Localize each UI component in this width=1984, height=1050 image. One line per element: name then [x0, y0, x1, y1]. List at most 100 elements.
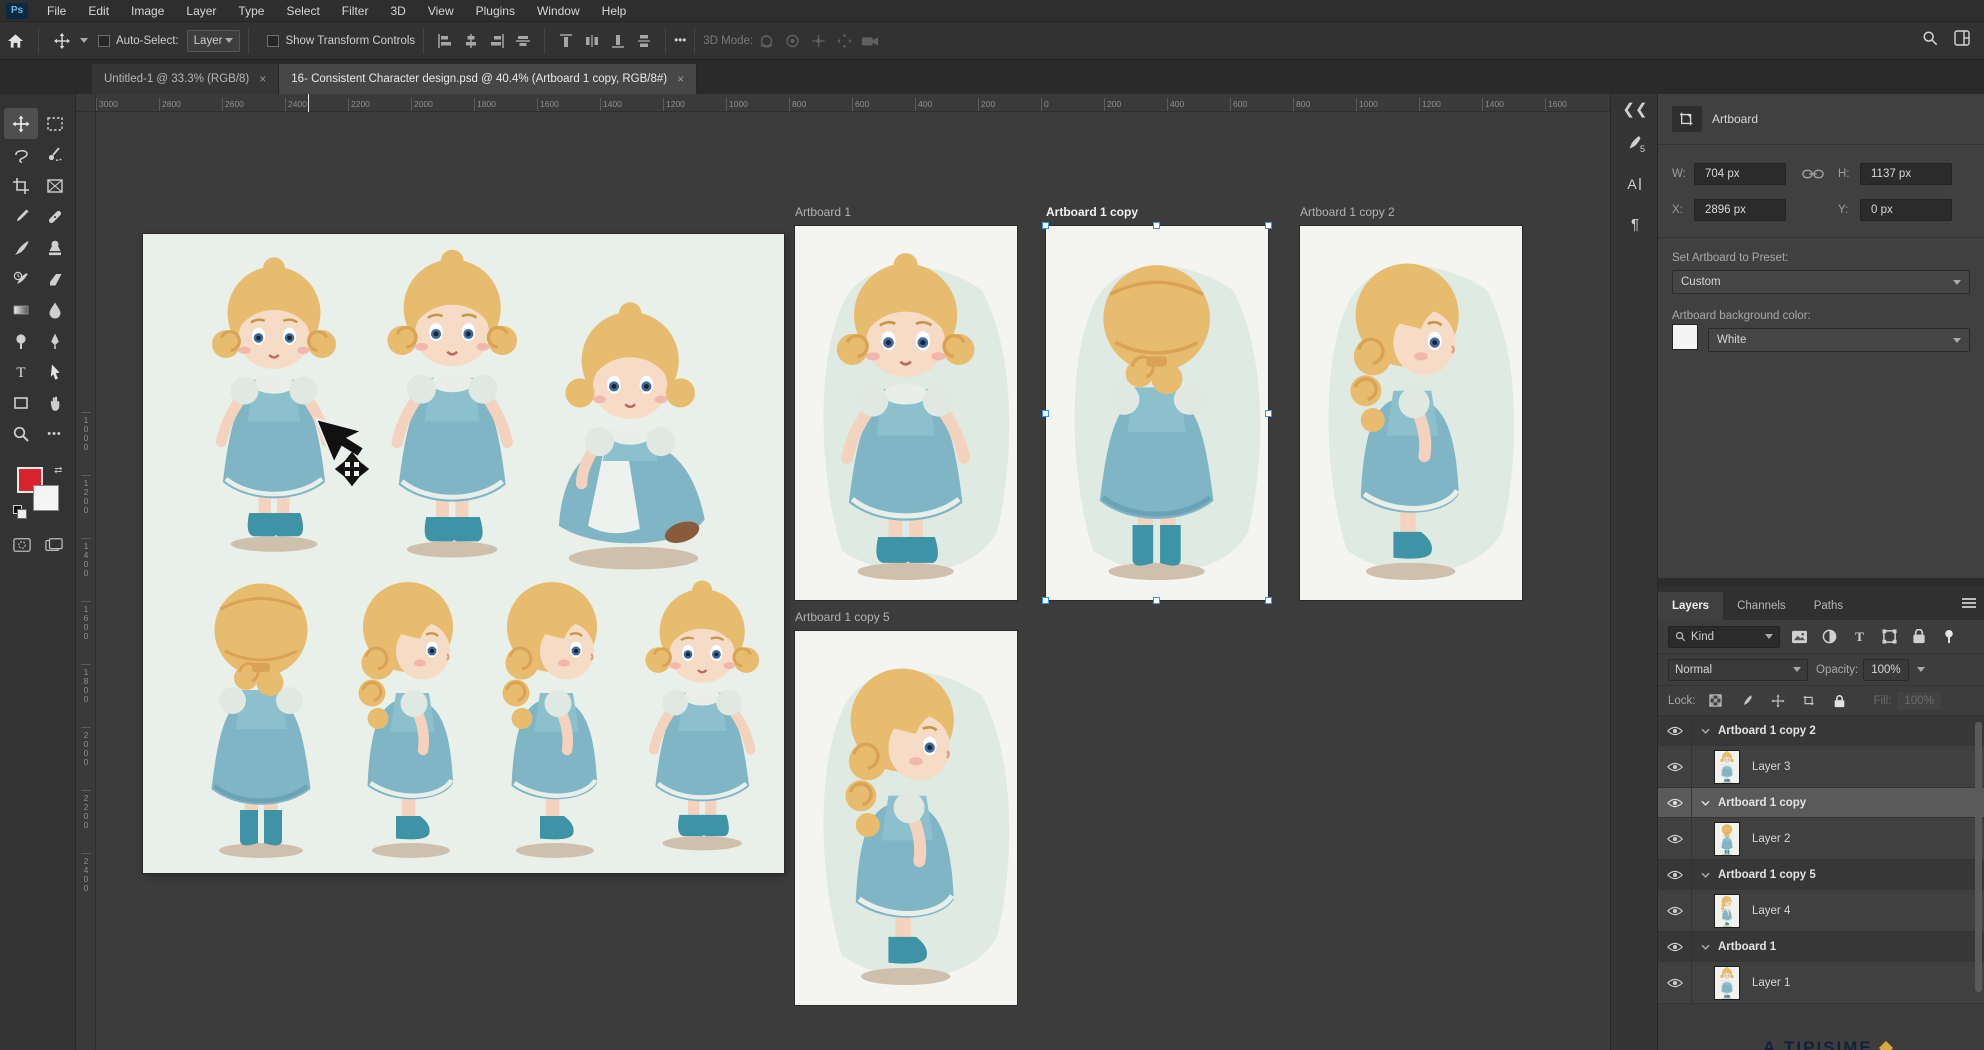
panel-menu-icon[interactable]	[1962, 596, 1976, 610]
quick-mask-icon[interactable]	[13, 537, 31, 558]
selection-handle[interactable]	[1042, 222, 1049, 229]
menu-item[interactable]: Window	[526, 0, 591, 22]
filter-smart-objects-icon[interactable]	[1908, 626, 1930, 648]
selection-handle[interactable]	[1265, 410, 1272, 417]
pen-tool[interactable]	[38, 325, 72, 356]
brush-settings-panel-icon[interactable]: 5	[1611, 124, 1659, 164]
layer-row[interactable]: Layer 3	[1658, 746, 1984, 788]
artboard-label[interactable]: Artboard 1 copy 2	[1300, 205, 1395, 219]
brush-tool[interactable]	[4, 232, 38, 263]
opacity-field[interactable]: 100%	[1863, 659, 1908, 681]
swap-colors-icon[interactable]: ⇄	[54, 465, 62, 476]
chevron-down-icon[interactable]	[1692, 728, 1718, 734]
visibility-toggle[interactable]	[1658, 788, 1692, 817]
more-options-icon[interactable]: •••	[674, 35, 686, 47]
filter-toggle-icon[interactable]	[1938, 626, 1960, 648]
doc-tab-untitled[interactable]: Untitled-1 @ 33.3% (RGB/8) ×	[92, 64, 279, 94]
align-left-icon[interactable]	[432, 29, 458, 53]
lock-all-icon[interactable]	[1829, 690, 1851, 712]
selection-handle[interactable]	[1153, 597, 1160, 604]
canvas-area[interactable]: 3000280026002400220020001800160014001200…	[76, 94, 1610, 1050]
selection-handle[interactable]	[1265, 222, 1272, 229]
paragraph-panel-icon[interactable]: ¶	[1611, 204, 1659, 244]
artboard-1-copy-5[interactable]	[795, 631, 1017, 1005]
rectangle-tool[interactable]	[4, 387, 38, 418]
menu-item[interactable]: Help	[591, 0, 638, 22]
layers-scrollbar[interactable]	[1975, 722, 1982, 992]
selection-handle[interactable]	[1042, 597, 1049, 604]
visibility-toggle[interactable]	[1658, 818, 1692, 859]
menu-item[interactable]: File	[36, 0, 77, 22]
align-right-icon[interactable]	[484, 29, 510, 53]
lock-position-icon[interactable]	[1767, 690, 1789, 712]
clone-stamp-tool[interactable]	[38, 232, 72, 263]
tool-preset-caret-icon[interactable]	[80, 38, 88, 43]
rectangular-marquee-tool[interactable]	[38, 108, 72, 139]
filter-shape-layers-icon[interactable]	[1878, 626, 1900, 648]
workspace-switcher-icon[interactable]	[1954, 30, 1970, 51]
collapse-panels-icon[interactable]: ❮❮	[1611, 94, 1659, 124]
object-selection-tool[interactable]	[38, 139, 72, 170]
artboard-label[interactable]: Artboard 1	[795, 205, 851, 219]
layer-row[interactable]: Layer 2	[1658, 818, 1984, 860]
menu-item[interactable]: View	[417, 0, 465, 22]
selection-handle[interactable]	[1153, 222, 1160, 229]
layer-filter-dropdown[interactable]: Kind	[1668, 626, 1780, 648]
lasso-tool[interactable]	[4, 139, 38, 170]
tab-channels[interactable]: Channels	[1723, 592, 1800, 620]
distribute-bottom-icon[interactable]	[605, 29, 631, 53]
blur-tool[interactable]	[38, 294, 72, 325]
hand-tool[interactable]	[38, 387, 72, 418]
close-icon[interactable]: ×	[677, 72, 684, 86]
eraser-tool[interactable]	[38, 263, 72, 294]
frame-tool[interactable]	[38, 170, 72, 201]
eyedropper-tool[interactable]	[4, 201, 38, 232]
visibility-toggle[interactable]	[1658, 932, 1692, 961]
move-tool-option-icon[interactable]	[47, 27, 77, 55]
menu-item[interactable]: Type	[227, 0, 275, 22]
type-tool[interactable]: T	[4, 356, 38, 387]
menu-item[interactable]: 3D	[379, 0, 416, 22]
layer-thumbnail[interactable]	[1714, 894, 1740, 928]
layer-group-row[interactable]: Artboard 1	[1658, 932, 1984, 962]
x-field[interactable]: 2896 px	[1694, 199, 1786, 221]
align-center-icon[interactable]	[458, 29, 484, 53]
crop-tool[interactable]	[4, 170, 38, 201]
layer-thumbnail[interactable]	[1714, 750, 1740, 784]
lock-transparent-icon[interactable]	[1705, 690, 1727, 712]
link-dimensions-icon[interactable]	[1796, 168, 1830, 180]
height-field[interactable]: 1137 px	[1860, 163, 1952, 185]
chevron-down-icon[interactable]	[1692, 872, 1718, 878]
search-icon[interactable]	[1922, 30, 1938, 51]
dodge-tool[interactable]	[4, 325, 38, 356]
artboard-label[interactable]: Artboard 1 copy 5	[795, 610, 890, 624]
artboard-1-copy-2[interactable]	[1300, 226, 1522, 600]
visibility-toggle[interactable]	[1658, 746, 1692, 787]
edit-toolbar-icon[interactable]: •••	[38, 418, 72, 449]
auto-select-checkbox[interactable]	[98, 35, 110, 47]
layer-group-row-selected[interactable]: Artboard 1 copy	[1658, 788, 1984, 818]
layer-row[interactable]: Layer 4	[1658, 890, 1984, 932]
filter-pixel-layers-icon[interactable]	[1788, 626, 1810, 648]
lock-paint-icon[interactable]	[1736, 690, 1758, 712]
home-icon[interactable]	[0, 27, 30, 55]
artboard-preset-dropdown[interactable]: Custom	[1672, 270, 1970, 294]
auto-select-target-dropdown[interactable]: Layer	[187, 30, 241, 52]
doc-tab-character-design[interactable]: 16- Consistent Character design.psd @ 40…	[279, 64, 697, 94]
filter-type-layers-icon[interactable]: T	[1848, 626, 1870, 648]
history-brush-tool[interactable]	[4, 263, 38, 294]
zoom-tool[interactable]	[4, 418, 38, 449]
filter-adjustment-layers-icon[interactable]	[1818, 626, 1840, 648]
menu-item[interactable]: Filter	[331, 0, 380, 22]
artboard-bg-swatch[interactable]	[1672, 324, 1698, 350]
align-middle-icon[interactable]	[510, 29, 536, 53]
character-panel-icon[interactable]: A	[1611, 164, 1659, 204]
menu-item[interactable]: Edit	[77, 0, 120, 22]
selection-handle[interactable]	[1042, 410, 1049, 417]
lock-artboard-icon[interactable]	[1798, 690, 1820, 712]
move-tool[interactable]	[4, 108, 38, 139]
artboard-label-selected[interactable]: Artboard 1 copy	[1046, 205, 1138, 219]
screen-mode-icon[interactable]	[45, 537, 63, 558]
tab-layers[interactable]: Layers	[1658, 592, 1723, 620]
default-colors-icon[interactable]	[13, 505, 22, 514]
